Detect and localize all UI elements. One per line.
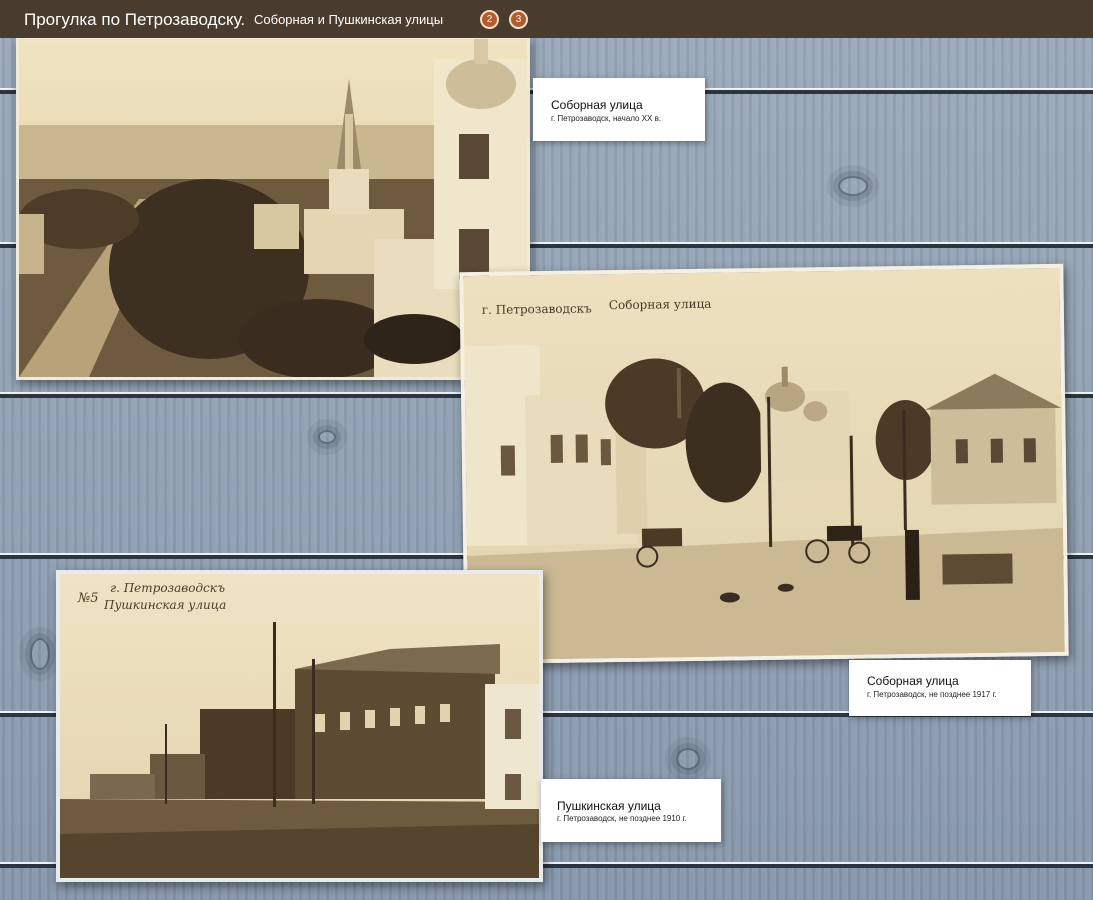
- photo-image: [19, 39, 527, 377]
- caption-title: Соборная улица: [551, 98, 643, 112]
- postcard-number: №5: [77, 591, 99, 606]
- caption-title: Пушкинская улица: [557, 799, 661, 813]
- caption-title: Соборная улица: [867, 674, 959, 688]
- photo-sobornaya-postcard: г. Петрозаводскъ Соборная улица: [459, 263, 1069, 665]
- caption-subtitle: г. Петрозаводск, начало XX в.: [551, 114, 662, 123]
- wood-knot: [676, 748, 700, 770]
- wood-knot: [838, 176, 868, 196]
- photo-pushkinskaya-street: №5 г. Петрозаводскъ Пушкинская улица: [56, 570, 543, 882]
- caption-subtitle: г. Петрозаводск, не позднее 1917 г.: [867, 690, 997, 699]
- postcard-text-city: г. Петрозаводскъ: [482, 301, 593, 317]
- caption-card-sobornaya-1: Соборная улица г. Петрозаводск, начало X…: [533, 78, 705, 141]
- caption-card-pushkinskaya: Пушкинская улица г. Петрозаводск, не поз…: [541, 779, 721, 842]
- caption-card-sobornaya-2: Соборная улица г. Петрозаводск, не поздн…: [849, 660, 1031, 716]
- postcard-text-street: Соборная улица: [609, 297, 712, 312]
- photo-image: №5 г. Петрозаводскъ Пушкинская улица: [60, 574, 539, 878]
- page-title: Прогулка по Петрозаводску.: [24, 10, 246, 29]
- postcard-text-city: г. Петрозаводскъ: [110, 581, 225, 595]
- wood-knot: [30, 638, 50, 670]
- page-3-button[interactable]: 3: [509, 10, 528, 29]
- page-subtitle: Соборная и Пушкинская улицы: [254, 12, 444, 27]
- photo-image: г. Петрозаводскъ Соборная улица: [463, 267, 1065, 661]
- postcard-text-street: Пушкинская улица: [103, 598, 226, 612]
- wood-knot: [318, 430, 336, 444]
- page-2-button[interactable]: 2: [480, 10, 499, 29]
- photo-sobornaya-street-top: [16, 36, 530, 380]
- caption-subtitle: г. Петрозаводск, не позднее 1910 г.: [557, 814, 687, 823]
- header-bar: Прогулка по Петрозаводску. Соборная и Пу…: [0, 0, 1093, 38]
